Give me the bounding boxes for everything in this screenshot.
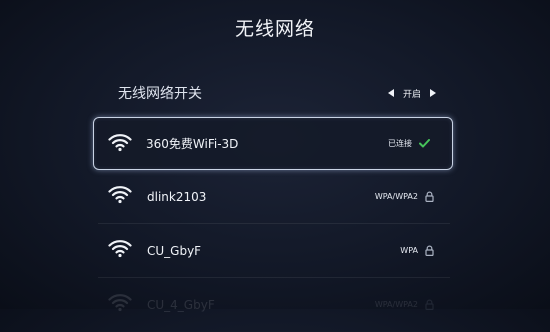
wifi-toggle-label: 无线网络开关 bbox=[118, 86, 202, 102]
network-status-text: 已连接 bbox=[388, 139, 412, 148]
network-item-connected[interactable]: 360免费WiFi-3D 已连接 bbox=[93, 117, 453, 170]
wifi-signal-icon bbox=[108, 240, 132, 258]
wifi-signal-icon bbox=[108, 186, 132, 204]
network-security-text: WPA/WPA2 bbox=[374, 192, 418, 201]
network-security: WPA bbox=[400, 245, 434, 256]
network-ssid: CU_4_GbyF bbox=[147, 297, 215, 312]
network-security: WPA/WPA2 bbox=[375, 191, 434, 202]
network-security: WPA/WPA2 bbox=[375, 299, 434, 310]
lock-icon bbox=[425, 299, 434, 310]
network-item[interactable]: CU_4_GbyF WPA/WPA2 bbox=[98, 278, 450, 332]
arrow-left-icon[interactable] bbox=[387, 89, 394, 97]
wifi-toggle-row[interactable]: 无线网络开关 开启 bbox=[118, 82, 436, 104]
network-ssid: 360免费WiFi-3D bbox=[146, 137, 239, 151]
network-security-text: WPA/WPA2 bbox=[374, 300, 418, 309]
arrow-right-icon[interactable] bbox=[430, 89, 436, 97]
network-ssid: CU_GbyF bbox=[147, 243, 202, 258]
network-item[interactable]: CU_GbyF WPA bbox=[98, 224, 450, 278]
page-title: 无线网络 bbox=[234, 18, 315, 40]
lock-icon bbox=[425, 191, 434, 202]
lock-icon bbox=[425, 245, 434, 256]
wifi-signal-icon bbox=[108, 294, 132, 312]
wifi-toggle-value: 开启 bbox=[402, 89, 421, 100]
network-status: 已连接 bbox=[388, 138, 430, 149]
network-security-text: WPA bbox=[400, 246, 418, 255]
network-ssid: dlink2103 bbox=[147, 189, 207, 204]
wifi-signal-icon bbox=[108, 134, 132, 152]
wifi-toggle-control[interactable]: 开启 bbox=[387, 87, 436, 100]
network-item[interactable]: dlink2103 WPA/WPA2 bbox=[98, 170, 450, 224]
check-icon bbox=[419, 139, 430, 148]
network-list: 360免费WiFi-3D 已连接 dlink2103 WPA/WPA2 CU_G… bbox=[93, 117, 453, 332]
